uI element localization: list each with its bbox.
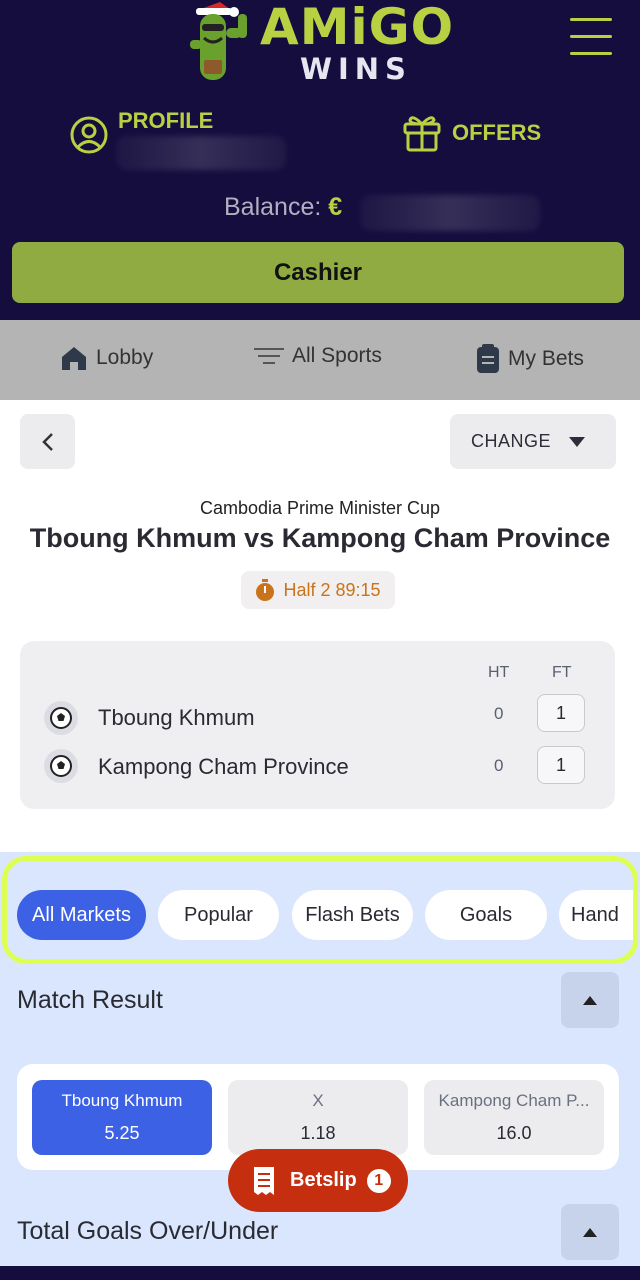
betslip-label: Betslip xyxy=(290,1169,357,1191)
hamburger-menu-icon[interactable] xyxy=(570,18,612,60)
home-team-name: Tboung Khmum xyxy=(98,705,255,730)
collapse-match-result-button[interactable] xyxy=(561,972,619,1028)
nav-my-bets[interactable]: My Bets xyxy=(476,344,584,374)
nav-lobby-label: Lobby xyxy=(96,346,154,369)
stopwatch-icon xyxy=(256,579,275,601)
caret-up-icon xyxy=(583,995,597,1005)
betslip-count-badge: 1 xyxy=(366,1168,391,1193)
sports-nav-bar: Lobby All Sports My Bets xyxy=(0,320,640,400)
soccer-ball-icon xyxy=(44,749,78,783)
tab-flash-bets[interactable]: Flash Bets xyxy=(292,890,413,940)
clipboard-icon xyxy=(477,344,499,373)
user-circle-icon xyxy=(70,116,108,154)
ht-column-header: HT xyxy=(488,664,510,681)
match-clock-text: Half 2 89:15 xyxy=(283,579,381,600)
ft-column-header: FT xyxy=(552,664,572,681)
caret-down-icon xyxy=(569,436,586,447)
cashier-button[interactable]: Cashier xyxy=(12,242,624,303)
gift-icon xyxy=(403,116,441,152)
odds-home-price: 5.25 xyxy=(104,1123,140,1143)
bottom-bar xyxy=(0,1266,640,1280)
brand-name-top: AMiGO xyxy=(260,0,455,56)
odds-away-button[interactable]: Kampong Cham P... 16.0 xyxy=(424,1080,604,1155)
league-name: Cambodia Prime Minister Cup xyxy=(199,498,441,518)
tab-goals[interactable]: Goals xyxy=(425,890,547,940)
change-event-button[interactable]: CHANGE xyxy=(450,414,616,469)
odds-home-name: Tboung Khmum xyxy=(61,1091,183,1110)
event-title: Tboung Khmum vs Kampong Cham Province xyxy=(29,523,611,553)
home-ft-score: 1 xyxy=(537,694,585,732)
profile-label: PROFILE xyxy=(118,108,214,133)
cactus-mascot-icon xyxy=(190,2,247,80)
balance-display: Balance: € xyxy=(224,193,342,222)
chevron-left-icon xyxy=(41,432,53,451)
match-clock-badge: Half 2 89:15 xyxy=(241,571,395,609)
away-ft-score: 1 xyxy=(537,746,585,784)
total-goals-title: Total Goals Over/Under xyxy=(17,1217,279,1245)
offers-label: OFFERS xyxy=(452,120,542,145)
match-result-title: Match Result xyxy=(17,986,163,1014)
odds-draw-name: X xyxy=(312,1091,324,1110)
caret-up-icon xyxy=(583,1227,597,1237)
away-team-name: Kampong Cham Province xyxy=(98,754,349,779)
balance-amount-redacted xyxy=(360,195,540,231)
scoreboard: HT FT Tboung Khmum 0 1 Kampong Cham Prov… xyxy=(20,641,615,809)
receipt-icon xyxy=(254,1166,274,1195)
nav-all-sports[interactable]: All Sports xyxy=(254,344,382,368)
betslip-button[interactable]: Betslip 1 xyxy=(228,1149,408,1212)
site-header: AMiGO WINS PROFILE OFFERS Balance: € Cas… xyxy=(0,0,640,320)
nav-my-bets-label: My Bets xyxy=(508,347,584,370)
odds-away-price: 16.0 xyxy=(496,1123,532,1143)
nav-lobby[interactable]: Lobby xyxy=(60,344,153,372)
odds-away-name: Kampong Cham P... xyxy=(438,1091,590,1110)
tab-all-markets[interactable]: All Markets xyxy=(17,890,146,940)
nav-all-sports-label: All Sports xyxy=(292,344,382,367)
soccer-ball-icon xyxy=(44,701,78,735)
collapse-total-goals-button[interactable] xyxy=(561,1204,619,1260)
odds-home-button[interactable]: Tboung Khmum 5.25 xyxy=(32,1080,212,1155)
back-button[interactable] xyxy=(20,414,75,469)
tab-handicap[interactable]: Hand xyxy=(559,890,633,940)
username-redacted xyxy=(116,136,286,170)
balance-label: Balance: xyxy=(224,193,322,221)
change-label: CHANGE xyxy=(471,431,552,451)
market-tabs: All Markets Popular Flash Bets Goals Han… xyxy=(2,856,638,964)
home-ht-score: 0 xyxy=(494,704,504,723)
list-lines-icon xyxy=(254,348,284,364)
away-ht-score: 0 xyxy=(494,756,504,775)
odds-draw-price: 1.18 xyxy=(300,1123,336,1143)
currency-symbol: € xyxy=(328,193,343,221)
home-icon xyxy=(62,347,86,370)
tab-popular[interactable]: Popular xyxy=(158,890,279,940)
brand-name-bottom: WINS xyxy=(300,52,412,86)
odds-draw-button[interactable]: X 1.18 xyxy=(228,1080,408,1155)
amigo-wins-logo[interactable]: AMiGO WINS xyxy=(190,0,453,86)
